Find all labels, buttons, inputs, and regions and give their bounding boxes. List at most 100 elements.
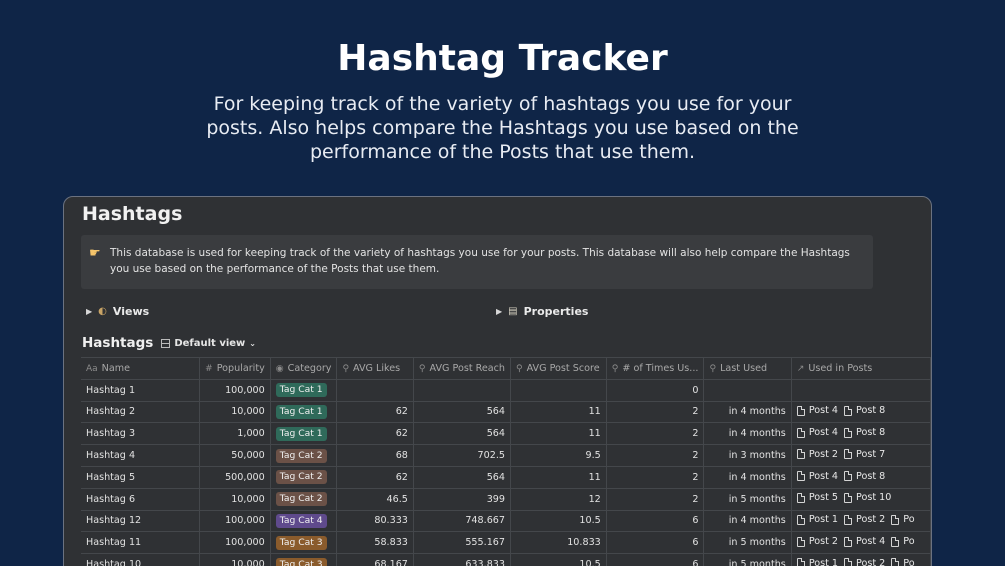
cell-avg-reach[interactable]: 564 [413, 401, 512, 424]
cell-avg-reach[interactable]: 564 [413, 466, 512, 489]
column-header-times-used[interactable]: ⚲ # of Times Us... [606, 357, 705, 380]
cell-used-in-posts[interactable]: Post 1 Post 2 Po [791, 510, 931, 533]
cell-popularity[interactable]: 10,000 [199, 553, 271, 566]
cell-last-used[interactable]: in 5 months [703, 488, 792, 511]
cell-avg-likes[interactable]: 62 [336, 466, 414, 489]
cell-times-used[interactable]: 6 [606, 510, 705, 533]
table-row[interactable]: Hashtag 5 500,000 Tag Cat 2 62 564 11 2 in 4 mo… [81, 466, 931, 489]
cell-avg-score[interactable]: 10.833 [510, 531, 607, 555]
cell-avg-reach[interactable]: 748.667 [413, 510, 512, 533]
cell-avg-likes[interactable]: 58.833 [336, 531, 414, 555]
cell-category[interactable]: Tag Cat 2 [270, 488, 338, 511]
cell-times-used[interactable]: 0 [606, 379, 705, 402]
cell-times-used[interactable]: 2 [606, 466, 705, 489]
post-link[interactable]: Po [891, 558, 915, 566]
cell-last-used[interactable]: in 4 months [703, 401, 792, 424]
table-row[interactable]: Hashtag 6 10,000 Tag Cat 2 46.5 399 12 2 in 5 m… [81, 488, 931, 511]
cell-popularity[interactable]: 10,000 [199, 401, 271, 424]
cell-name[interactable]: Hashtag 2 [81, 401, 201, 424]
post-link[interactable]: Po [891, 514, 915, 525]
cell-times-used[interactable]: 6 [606, 553, 705, 566]
cell-avg-score[interactable] [510, 379, 607, 402]
cell-avg-likes[interactable]: 80.333 [336, 510, 414, 533]
post-link[interactable]: Post 10 [844, 492, 891, 503]
cell-popularity[interactable]: 50,000 [199, 444, 271, 467]
cell-last-used[interactable]: in 4 months [703, 466, 792, 489]
post-link[interactable]: Post 8 [844, 405, 885, 416]
cell-category[interactable]: Tag Cat 1 [270, 422, 338, 446]
cell-avg-reach[interactable]: 702.5 [413, 444, 512, 467]
cell-last-used[interactable]: in 4 months [703, 422, 792, 446]
cell-avg-score[interactable]: 10.5 [510, 510, 607, 533]
cell-name[interactable]: Hashtag 4 [81, 444, 201, 467]
cell-popularity[interactable]: 100,000 [199, 379, 271, 402]
cell-avg-score[interactable]: 12 [510, 488, 607, 511]
cell-name[interactable]: Hashtag 11 [81, 531, 201, 555]
toggle-triangle-icon[interactable]: ▶ [496, 307, 502, 316]
cell-avg-score[interactable]: 11 [510, 422, 607, 446]
post-link[interactable]: Post 8 [844, 471, 885, 482]
column-header-avg-score[interactable]: ⚲ AVG Post Score [510, 357, 607, 380]
cell-popularity[interactable]: 100,000 [199, 531, 271, 555]
table-row[interactable]: Hashtag 10 10,000 Tag Cat 3 68.167 633.833 10… [81, 553, 931, 566]
cell-last-used[interactable] [703, 379, 792, 402]
cell-category[interactable]: Tag Cat 2 [270, 444, 338, 467]
toggle-triangle-icon[interactable]: ▶ [86, 307, 92, 316]
column-header-popularity[interactable]: # Popularity [199, 357, 271, 380]
cell-times-used[interactable]: 2 [606, 422, 705, 446]
cell-used-in-posts[interactable]: Post 4 Post 8 [791, 422, 931, 446]
cell-avg-likes[interactable] [336, 379, 414, 402]
table-row[interactable]: Hashtag 3 1,000 Tag Cat 1 62 564 11 2 in 4 mont… [81, 422, 931, 446]
cell-used-in-posts[interactable]: Post 4 Post 8 [791, 401, 931, 424]
cell-category[interactable]: Tag Cat 3 [270, 531, 338, 555]
cell-used-in-posts[interactable]: Post 2 Post 4 Po [791, 531, 931, 555]
post-link[interactable]: Post 1 [796, 558, 838, 566]
cell-category[interactable]: Tag Cat 1 [270, 379, 338, 402]
cell-avg-likes[interactable]: 62 [336, 422, 414, 446]
view-selector[interactable]: Default view ⌄ [161, 338, 256, 349]
cell-avg-likes[interactable]: 46.5 [336, 488, 414, 511]
cell-avg-score[interactable]: 11 [510, 466, 607, 489]
cell-avg-reach[interactable]: 399 [413, 488, 512, 511]
cell-category[interactable]: Tag Cat 1 [270, 401, 338, 424]
cell-popularity[interactable]: 100,000 [199, 510, 271, 533]
post-link[interactable]: Post 2 [844, 558, 885, 566]
cell-name[interactable]: Hashtag 10 [81, 553, 201, 566]
post-link[interactable]: Post 2 [796, 536, 838, 547]
post-link[interactable]: Po [891, 536, 915, 547]
post-link[interactable]: Post 4 [796, 427, 838, 438]
column-header-category[interactable]: ◉ Category [270, 357, 338, 380]
post-link[interactable]: Post 2 [796, 449, 838, 460]
post-link[interactable]: Post 4 [796, 405, 838, 416]
cell-category[interactable]: Tag Cat 2 [270, 466, 338, 489]
cell-used-in-posts[interactable]: Post 1 Post 2 Po [791, 553, 931, 566]
table-row[interactable]: Hashtag 12 100,000 Tag Cat 4 80.333 748.667 1… [81, 510, 931, 533]
column-header-name[interactable]: Aa Name [81, 357, 201, 380]
column-header-avg-likes[interactable]: ⚲ AVG Likes [336, 357, 414, 380]
cell-avg-score[interactable]: 9.5 [510, 444, 607, 467]
table-row[interactable]: Hashtag 2 10,000 Tag Cat 1 62 564 11 2 in 4 mon… [81, 401, 931, 424]
cell-times-used[interactable]: 2 [606, 488, 705, 511]
cell-used-in-posts[interactable]: Post 4 Post 8 [791, 466, 931, 489]
cell-avg-likes[interactable]: 62 [336, 401, 414, 424]
properties-toggle[interactable]: ▶ ▤ Properties [496, 305, 588, 318]
post-link[interactable]: Post 2 [844, 514, 885, 525]
cell-avg-score[interactable]: 10.5 [510, 553, 607, 566]
post-link[interactable]: Post 8 [844, 427, 885, 438]
cell-popularity[interactable]: 1,000 [199, 422, 271, 446]
cell-name[interactable]: Hashtag 6 [81, 488, 201, 511]
cell-category[interactable]: Tag Cat 4 [270, 510, 338, 533]
cell-popularity[interactable]: 10,000 [199, 488, 271, 511]
cell-avg-likes[interactable]: 68 [336, 444, 414, 467]
cell-used-in-posts[interactable]: Post 5 Post 10 [791, 488, 931, 511]
post-link[interactable]: Post 4 [844, 536, 885, 547]
cell-used-in-posts[interactable] [791, 379, 931, 402]
post-link[interactable]: Post 4 [796, 471, 838, 482]
post-link[interactable]: Post 1 [796, 514, 838, 525]
cell-avg-reach[interactable]: 633.833 [413, 553, 512, 566]
table-row[interactable]: Hashtag 11 100,000 Tag Cat 3 58.833 555.167 1… [81, 531, 931, 555]
cell-name[interactable]: Hashtag 12 [81, 510, 201, 533]
cell-name[interactable]: Hashtag 3 [81, 422, 201, 446]
cell-last-used[interactable]: in 3 months [703, 444, 792, 467]
cell-popularity[interactable]: 500,000 [199, 466, 271, 489]
